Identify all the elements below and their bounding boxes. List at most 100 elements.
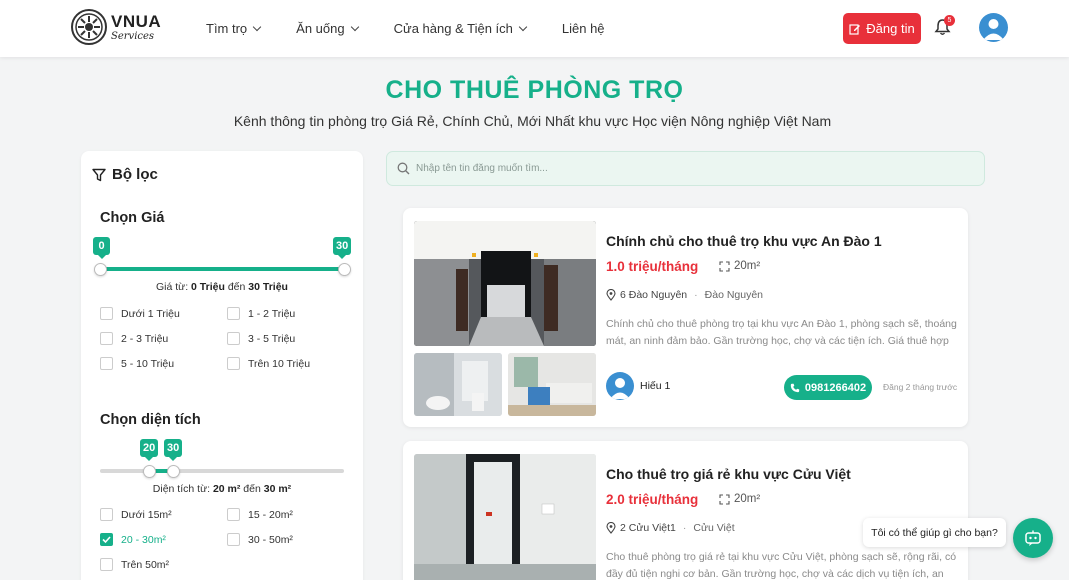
area-max-tooltip: 30 — [164, 439, 183, 461]
expand-icon — [719, 493, 730, 505]
price-min-tooltip: 0 — [93, 237, 110, 259]
listing-thumb-photo[interactable] — [508, 353, 596, 416]
nav-item-tim-tro[interactable]: Tìm trọ — [206, 21, 262, 36]
option-label: Trên 10 Triệu — [248, 357, 311, 370]
price-option[interactable]: 5 - 10 Triệu — [100, 357, 174, 370]
checkbox-checked[interactable] — [100, 533, 113, 546]
page-title: CHO THUÊ PHÒNG TRỌ — [385, 76, 684, 104]
range-mid: đến — [243, 483, 261, 495]
area-option[interactable]: Trên 50m² — [100, 558, 169, 571]
option-label: 5 - 10 Triệu — [121, 357, 175, 370]
site-logo[interactable]: VNUA Services — [71, 9, 161, 45]
listing-thumb-photo[interactable] — [414, 353, 502, 416]
listing-card[interactable]: Chính chủ cho thuê trọ khu vực An Đào 1 … — [403, 208, 968, 427]
listing-main-photo[interactable] — [414, 454, 596, 580]
nav-item-an-uong[interactable]: Ăn uống — [296, 21, 359, 36]
listing-description: Cho thuê phòng trọ giá rẻ tại khu vực Cử… — [606, 551, 957, 580]
checkbox[interactable] — [227, 307, 240, 320]
range-to: 30 m² — [263, 483, 292, 495]
filter-title: Bộ lọc — [112, 166, 158, 183]
posted-time: Đăng 2 tháng trước — [883, 382, 958, 392]
separator-dot: · — [694, 289, 698, 301]
area-value: 20m² — [734, 260, 761, 272]
checkbox[interactable] — [227, 332, 240, 345]
price-slider-max-handle[interactable] — [338, 263, 351, 276]
range-prefix: Giá từ: — [156, 281, 189, 293]
checkbox[interactable] — [100, 508, 113, 521]
site-header: VNUA Services Tìm trọ Ăn uống Cửa hàng &… — [0, 0, 1069, 57]
listing-area: 20m² — [719, 260, 760, 272]
separator-dot: · — [682, 522, 687, 534]
chat-prompt-bubble[interactable]: Tôi có thể giúp gì cho bạn? — [863, 518, 1006, 547]
map-pin-icon — [606, 289, 616, 301]
map-pin-icon — [606, 522, 616, 534]
price-slider-min-handle[interactable] — [94, 263, 107, 276]
logo-sub-text: Services — [111, 30, 155, 42]
price-option[interactable]: Trên 10 Triệu — [227, 357, 310, 370]
chatbot-icon[interactable] — [1013, 518, 1053, 558]
option-label: 2 - 3 Triệu — [121, 332, 169, 345]
checkbox[interactable] — [227, 533, 240, 546]
price-slider-range — [100, 267, 344, 271]
area-option[interactable]: 15 - 20m² — [227, 508, 293, 521]
logo-emblem-icon — [71, 9, 107, 45]
listing-title[interactable]: Cho thuê trọ giá rẻ khu vực Cửu Việt — [606, 466, 851, 482]
area-option-selected[interactable]: 20 - 30m² — [100, 533, 166, 546]
checkbox[interactable] — [100, 558, 113, 571]
search-icon — [397, 162, 410, 175]
search-bar — [386, 151, 985, 186]
main-nav: Tìm trọ Ăn uống Cửa hàng & Tiện ích Liên… — [206, 0, 641, 57]
call-phone-button[interactable]: 0981266402 — [784, 375, 872, 400]
page-subtitle: Kênh thông tin phòng trọ Giá Rẻ, Chính C… — [233, 113, 832, 129]
checkbox[interactable] — [100, 357, 113, 370]
address-street: 6 Đào Nguyên — [620, 289, 688, 301]
checkbox[interactable] — [100, 332, 113, 345]
search-input[interactable] — [416, 163, 936, 174]
price-option[interactable]: 1 - 2 Triệu — [227, 307, 295, 320]
area-value: 20m² — [734, 493, 761, 505]
area-slider-track — [100, 469, 344, 473]
post-listing-button[interactable]: Đăng tin — [843, 13, 921, 44]
checkbox[interactable] — [227, 508, 240, 521]
notification-badge: 5 — [944, 15, 955, 26]
listing-main-photo[interactable] — [414, 221, 596, 346]
checkbox[interactable] — [227, 357, 240, 370]
phone-icon — [790, 383, 800, 392]
listing-title[interactable]: Chính chủ cho thuê trọ khu vực An Đào 1 — [606, 233, 882, 249]
area-min-tooltip: 20 — [140, 439, 159, 461]
area-option[interactable]: Dưới 15m² — [100, 508, 172, 521]
listing-card[interactable]: Cho thuê trọ giá rẻ khu vực Cửu Việt 2.0… — [403, 441, 968, 580]
option-label: Dưới 1 Triệu — [121, 307, 180, 320]
nav-item-lien-he[interactable]: Liên hệ — [562, 21, 605, 36]
range-mid: đến — [227, 281, 246, 293]
logo-main-text: VNUA — [111, 11, 162, 31]
owner-avatar[interactable] — [606, 372, 634, 400]
price-option[interactable]: Dưới 1 Triệu — [100, 307, 180, 320]
user-avatar[interactable] — [979, 13, 1008, 42]
listing-description: Chính chủ cho thuê phòng trọ tại khu vực… — [606, 318, 957, 347]
address-ward: Cửu Việt — [693, 522, 735, 534]
listing-price: 1.0 triệu/tháng — [606, 259, 699, 274]
area-slider-min-handle[interactable] — [143, 465, 156, 478]
area-slider-max-handle[interactable] — [167, 465, 180, 478]
option-label: 30 - 50m² — [248, 533, 293, 546]
price-section-title: Chọn Giá — [100, 210, 165, 226]
listing-owner[interactable]: Hiếu 1 — [606, 372, 670, 400]
nav-item-cua-hang[interactable]: Cửa hàng & Tiện ích — [394, 21, 528, 36]
checkbox[interactable] — [100, 307, 113, 320]
range-from: 20 m² — [212, 483, 241, 495]
area-range-text: Diện tích từ: 20 m² đến 30 m² — [81, 483, 363, 495]
post-button-label: Đăng tin — [866, 21, 915, 36]
price-option[interactable]: 3 - 5 Triệu — [227, 332, 295, 345]
option-label: Dưới 15m² — [121, 508, 172, 521]
phone-number: 0981266402 — [804, 381, 867, 394]
owner-name: Hiếu 1 — [640, 380, 671, 392]
price-option[interactable]: 2 - 3 Triệu — [100, 332, 168, 345]
nav-label: Liên hệ — [561, 21, 605, 36]
chevron-down-icon — [350, 22, 359, 31]
check-icon — [102, 536, 111, 544]
listing-price: 2.0 triệu/tháng — [606, 492, 699, 507]
area-option[interactable]: 30 - 50m² — [227, 533, 293, 546]
listing-address: 6 Đào Nguyên · Đào Nguyên — [606, 289, 763, 301]
nav-label: Tìm trọ — [206, 21, 248, 36]
